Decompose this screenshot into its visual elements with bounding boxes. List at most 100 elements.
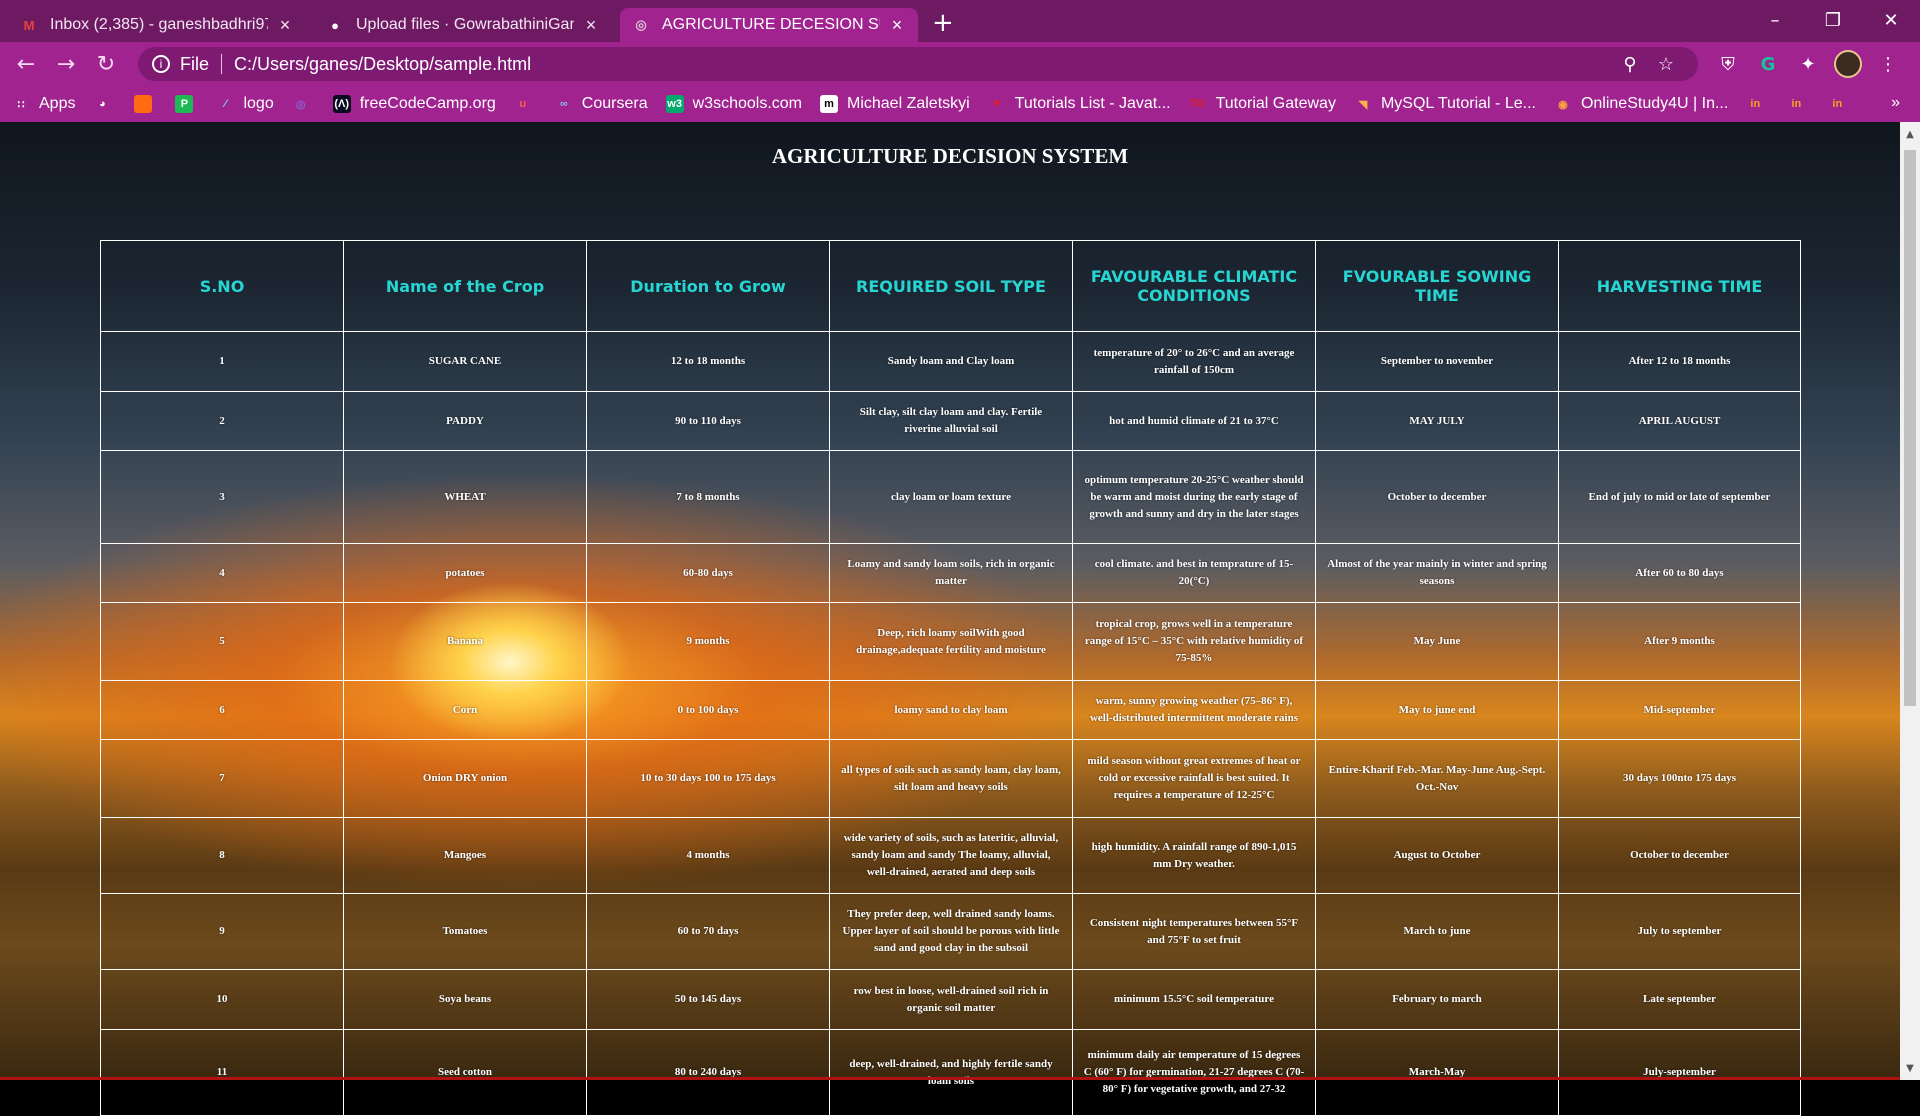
- bookmark-item[interactable]: ▼ Tutorials List - Javat...: [988, 95, 1170, 113]
- bookmark-item[interactable]: TG Tutorial Gateway: [1189, 95, 1336, 113]
- mz-icon: m: [819, 95, 838, 113]
- window-controls: – ❐ ✕: [1746, 0, 1920, 40]
- table-cell: temperature of 20° to 26°C and an averag…: [1072, 331, 1316, 392]
- minimize-icon[interactable]: –: [1746, 0, 1804, 40]
- bookmark-item[interactable]: P: [175, 95, 202, 113]
- table-cell: 60 to 70 days: [586, 893, 830, 970]
- profile-avatar[interactable]: [1828, 44, 1868, 84]
- bookmark-item[interactable]: ◎: [292, 95, 319, 113]
- scroll-down-icon[interactable]: ▼: [1900, 1060, 1920, 1078]
- close-tab-icon[interactable]: ×: [276, 15, 294, 36]
- bookmark-list: ∷ Apps ◕ P ⁄ logo ◎ (Λ) freeCodeCamp.org u ∞ Course…: [12, 95, 1869, 113]
- bookmark-item[interactable]: [134, 95, 161, 113]
- table-cell: 30 days 100nto 175 days: [1558, 739, 1801, 818]
- scheme-label: File: [180, 53, 210, 74]
- forward-arrow-icon[interactable]: →: [46, 44, 86, 84]
- table-cell: PADDY: [343, 391, 587, 451]
- table-cell: After 60 to 80 days: [1558, 543, 1801, 603]
- crop-table: S.NO Name of the Crop Duration to Grow REQU…: [100, 240, 1801, 1116]
- close-tab-icon[interactable]: ×: [582, 15, 600, 36]
- table-cell: SUGAR CANE: [343, 331, 587, 392]
- close-window-icon[interactable]: ✕: [1862, 0, 1920, 40]
- bookmark-label: Coursera: [581, 95, 648, 112]
- mysql-icon: ◥: [1358, 98, 1368, 111]
- table-cell: March-May: [1315, 1029, 1559, 1116]
- bookmark-item[interactable]: ∞ Coursera: [555, 95, 648, 113]
- table-cell: WHEAT: [343, 450, 587, 544]
- table-cell: minimum daily air temperature of 15 degr…: [1072, 1029, 1316, 1116]
- bookmark-item[interactable]: u: [514, 95, 541, 113]
- bookmark-item[interactable]: ∷ Apps: [12, 95, 76, 113]
- back-arrow-icon[interactable]: ←: [6, 44, 46, 84]
- close-tab-icon[interactable]: ×: [888, 15, 906, 36]
- scrollbar-thumb[interactable]: [1904, 150, 1916, 706]
- new-tab-button[interactable]: +: [932, 8, 954, 38]
- table-row: 2 PADDY 90 to 110 days Silt clay, silt clay…: [100, 391, 1801, 451]
- table-cell: They prefer deep, well drained sandy loa…: [829, 893, 1073, 970]
- table-cell: 9: [100, 893, 344, 970]
- table-cell: APRIL AUGUST: [1558, 391, 1801, 451]
- zoom-search-icon[interactable]: ⚲: [1612, 54, 1648, 75]
- bookmark-label: freeCodeCamp.org: [359, 95, 496, 112]
- table-cell: potatoes: [343, 543, 587, 603]
- column-header: S.NO: [100, 240, 344, 332]
- column-header: FVOURABLE SOWING TIME: [1315, 240, 1559, 332]
- table-cell: Sandy loam and Clay loam: [829, 331, 1073, 392]
- bookmark-item[interactable]: ◕: [93, 95, 120, 113]
- tab-2[interactable]: ● Upload files · GowrabathiniGanes ×: [314, 8, 612, 42]
- table-cell: 90 to 110 days: [586, 391, 830, 451]
- address-bar[interactable]: i File C:/Users/ganes/Desktop/sample.htm…: [138, 47, 1698, 81]
- in-icon: in: [1791, 98, 1802, 110]
- url-text[interactable]: C:/Users/ganes/Desktop/sample.html: [234, 54, 1612, 75]
- table-row: 4 potatoes 60-80 days Loamy and sandy loam …: [100, 543, 1801, 603]
- table-cell: 6: [100, 680, 344, 740]
- bookmark-label: Apps: [39, 95, 76, 112]
- avatar: [1834, 50, 1862, 78]
- bookmark-item[interactable]: in: [1828, 95, 1855, 113]
- tab-1[interactable]: M Inbox (2,385) - ganeshbadhri978@ ×: [8, 8, 306, 42]
- bookmark-item[interactable]: in: [1787, 95, 1814, 113]
- bookmark-item[interactable]: ⁄ logo: [216, 95, 274, 113]
- bookmarks-bar: ∷ Apps ◕ P ⁄ logo ◎ (Λ) freeCodeCamp.org u ∞ Course…: [0, 86, 1920, 122]
- grammarly-icon[interactable]: G: [1748, 44, 1788, 84]
- bookmark-star-icon[interactable]: ☆: [1648, 54, 1684, 75]
- more-bookmarks-icon[interactable]: »: [1891, 94, 1900, 112]
- tab-strip: M Inbox (2,385) - ganeshbadhri978@ × ● Uploa…: [0, 0, 1920, 42]
- table-cell: 4: [100, 543, 344, 603]
- table-cell: 50 to 145 days: [586, 969, 830, 1030]
- table-cell: warm, sunny growing weather (75–86° F), …: [1072, 680, 1316, 740]
- bookmark-item[interactable]: ◥ MySQL Tutorial - Le...: [1354, 95, 1536, 113]
- vertical-scrollbar[interactable]: ▲ ▼: [1900, 122, 1920, 1080]
- puzzle-extensions-icon[interactable]: ✦: [1788, 44, 1828, 84]
- table-cell: After 12 to 18 months: [1558, 331, 1801, 392]
- logo-icon: ⁄: [224, 98, 227, 110]
- tab-3[interactable]: ◎ AGRICULTURE DECESION SUPPO ×: [620, 8, 918, 42]
- table-cell: MAY JULY: [1315, 391, 1559, 451]
- scroll-up-icon[interactable]: ▲: [1900, 126, 1920, 144]
- bookmark-item[interactable]: ◉ OnlineStudy4U | In...: [1554, 95, 1728, 113]
- table-cell: Tomatoes: [343, 893, 587, 970]
- shield-extension-icon[interactable]: ⛨: [1708, 44, 1748, 84]
- reload-icon[interactable]: ↻: [86, 44, 126, 84]
- restore-icon[interactable]: ❐: [1804, 0, 1862, 40]
- table-cell: Almost of the year mainly in winter and …: [1315, 543, 1559, 603]
- bookmark-item[interactable]: (Λ) freeCodeCamp.org: [332, 95, 496, 113]
- table-cell: Deep, rich loamy soilWith good drainage,…: [829, 602, 1073, 681]
- info-icon[interactable]: i: [152, 55, 170, 73]
- table-cell: October to december: [1315, 450, 1559, 544]
- table-row: 1 SUGAR CANE 12 to 18 months Sandy loam and…: [100, 331, 1801, 392]
- table-cell: Consistent night temperatures between 55…: [1072, 893, 1316, 970]
- bookmark-item[interactable]: w3 w3schools.com: [665, 95, 802, 113]
- table-cell: deep, well-drained, and highly fertile s…: [829, 1029, 1073, 1116]
- table-row: 6 Corn 0 to 100 days loamy sand to clay loa…: [100, 680, 1801, 740]
- table-cell: 7 to 8 months: [586, 450, 830, 544]
- table-cell: October to december: [1558, 817, 1801, 894]
- bookmark-item[interactable]: in: [1746, 95, 1773, 113]
- bookmark-item[interactable]: m Michael Zaletskyi: [819, 95, 970, 113]
- table-cell: Banana: [343, 602, 587, 681]
- apps-grid-icon: ∷: [17, 98, 25, 111]
- table-cell: July to september: [1558, 893, 1801, 970]
- tab-title: Upload files · GowrabathiniGanes: [356, 16, 574, 33]
- menu-kebab-icon[interactable]: ⋮: [1868, 44, 1908, 84]
- table-cell: 10 to 30 days 100 to 175 days: [586, 739, 830, 818]
